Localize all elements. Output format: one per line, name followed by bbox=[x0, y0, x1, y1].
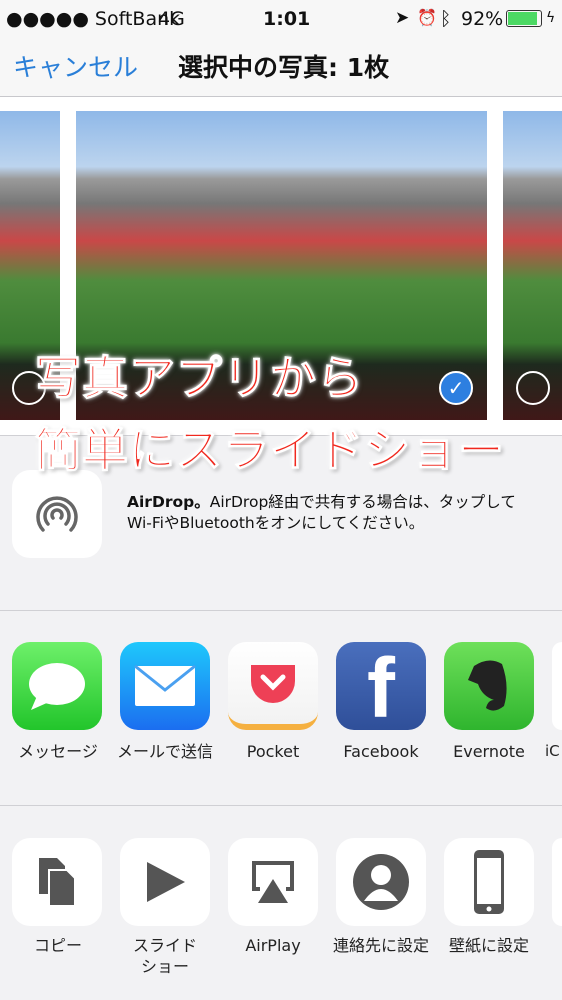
action-label: スライド ショー bbox=[132, 936, 197, 976]
slideshow-play-icon[interactable] bbox=[120, 838, 210, 926]
action-label: 壁紙に設定 bbox=[448, 936, 529, 955]
messages-app-icon[interactable] bbox=[12, 642, 102, 730]
app-label: メッセージ bbox=[18, 742, 98, 761]
carrier: ●●●●● SoftBank bbox=[6, 8, 181, 30]
evernote-app-icon[interactable] bbox=[444, 642, 534, 730]
location-icon: ➤ bbox=[395, 8, 410, 28]
page-title: 選択中の写真: 1枚 bbox=[178, 53, 390, 82]
clock: 1:01 bbox=[263, 8, 311, 30]
cancel-button[interactable]: キャンセル bbox=[13, 48, 138, 84]
airdrop-icon[interactable] bbox=[12, 470, 102, 558]
overlay-caption-line1: 写真アプリから bbox=[35, 351, 364, 406]
airplay-icon[interactable] bbox=[228, 838, 318, 926]
contact-icon[interactable] bbox=[336, 838, 426, 926]
charging-icon: ϟ bbox=[546, 10, 556, 26]
app-label: メールで送信 bbox=[116, 742, 213, 761]
app-label: iC bbox=[545, 742, 560, 760]
wallpaper-icon[interactable] bbox=[444, 838, 534, 926]
battery-icon bbox=[506, 10, 542, 27]
photo-thumbnail[interactable] bbox=[503, 111, 562, 420]
share-apps-row: f メッセージ メールで送信 Pocket Facebook Evernote … bbox=[0, 611, 562, 806]
checkmark-icon[interactable]: ✓ bbox=[439, 371, 473, 405]
action-label: コピー bbox=[33, 936, 82, 955]
app-label: Pocket bbox=[246, 742, 300, 761]
app-label: Evernote bbox=[453, 742, 525, 761]
bluetooth-icon: ᛒ bbox=[440, 8, 452, 30]
overlay-caption-line2: 簡単にスライドショー bbox=[35, 423, 505, 478]
select-circle-icon[interactable] bbox=[516, 371, 550, 405]
nav-bar: キャンセル 選択中の写真: 1枚 bbox=[0, 40, 562, 97]
copy-icon[interactable] bbox=[12, 838, 102, 926]
action-label: 連絡先に設定 bbox=[332, 936, 429, 955]
more-action-tile[interactable] bbox=[552, 838, 562, 926]
network: 4G bbox=[158, 8, 185, 30]
facebook-app-icon[interactable]: f bbox=[336, 642, 426, 730]
app-label: Facebook bbox=[343, 742, 419, 761]
status-bar: ●●●●● SoftBank 4G 1:01 ➤ ⏰ ᛒ 92% ϟ bbox=[0, 0, 562, 40]
actions-row: コピー スライド ショー AirPlay 連絡先に設定 壁紙に設定 bbox=[0, 807, 562, 1000]
action-label: AirPlay bbox=[245, 936, 301, 955]
mail-app-icon[interactable] bbox=[120, 642, 210, 730]
pocket-app-icon[interactable] bbox=[228, 642, 318, 730]
airdrop-description: AirDrop。AirDrop経由で共有する場合は、タップして Wi-FiやBlu… bbox=[127, 493, 516, 532]
icloud-app-icon[interactable] bbox=[552, 642, 562, 730]
battery-percent: 92% bbox=[461, 8, 504, 30]
alarm-icon: ⏰ bbox=[417, 8, 437, 27]
